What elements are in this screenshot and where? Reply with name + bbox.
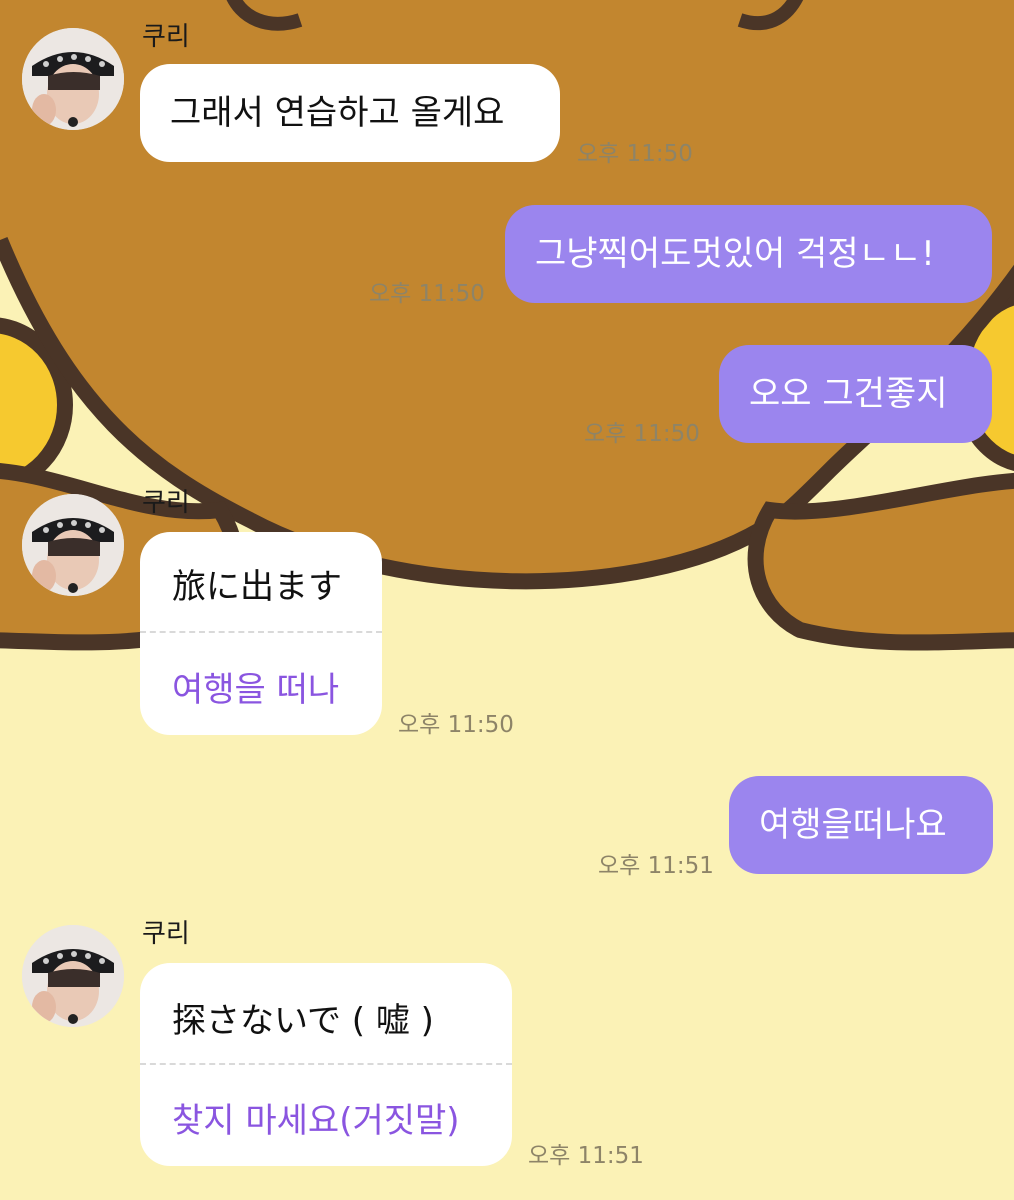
avatar[interactable] — [22, 925, 124, 1027]
message-bubble-sent[interactable]: 오오 그건좋지 — [719, 345, 992, 443]
message-timestamp: 오후 11:50 — [369, 281, 485, 307]
sender-name: 쿠리 — [142, 488, 190, 518]
message-bubble-received[interactable]: 그래서 연습하고 올게요 — [140, 64, 560, 162]
sender-name: 쿠리 — [142, 919, 190, 949]
message-timestamp: 오후 11:51 — [528, 1143, 644, 1169]
message-bubble-sent[interactable]: 여행을떠나요 — [729, 776, 993, 874]
message-text: 그래서 연습하고 올게요 — [170, 92, 505, 133]
profile-photo-icon — [22, 925, 124, 1027]
message-text: 오오 그건좋지 — [749, 373, 948, 414]
chat-thread: 쿠리 그래서 연습하고 올게요 오후 11:50 오후 11:50 그냥찍어도멋… — [0, 0, 1014, 1200]
translation-divider — [140, 1063, 512, 1065]
message-bubble-translated[interactable]: 旅に出ます 여행을 떠나 — [140, 532, 382, 735]
profile-photo-icon — [22, 28, 124, 130]
message-text: 探さないで ( 嘘 ) — [172, 1001, 434, 1041]
message-bubble-sent[interactable]: 그냥찍어도멋있어 걱정ㄴㄴ! — [505, 205, 992, 303]
message-timestamp: 오후 11:51 — [598, 853, 714, 879]
message-timestamp: 오후 11:50 — [398, 712, 514, 738]
avatar[interactable] — [22, 28, 124, 130]
translation-text: 여행을 떠나 — [172, 670, 340, 710]
message-bubble-translated[interactable]: 探さないで ( 嘘 ) 찾지 마세요(거짓말) — [140, 963, 512, 1166]
message-text: 그냥찍어도멋있어 걱정ㄴㄴ! — [535, 233, 935, 274]
message-timestamp: 오후 11:50 — [577, 141, 693, 167]
sender-name: 쿠리 — [142, 22, 190, 52]
profile-photo-icon — [22, 494, 124, 596]
message-timestamp: 오후 11:50 — [584, 421, 700, 447]
translation-text: 찾지 마세요(거짓말) — [172, 1101, 460, 1141]
message-text: 旅に出ます — [172, 567, 342, 607]
translation-divider — [140, 631, 382, 633]
avatar[interactable] — [22, 494, 124, 596]
message-text: 여행을떠나요 — [759, 804, 947, 845]
